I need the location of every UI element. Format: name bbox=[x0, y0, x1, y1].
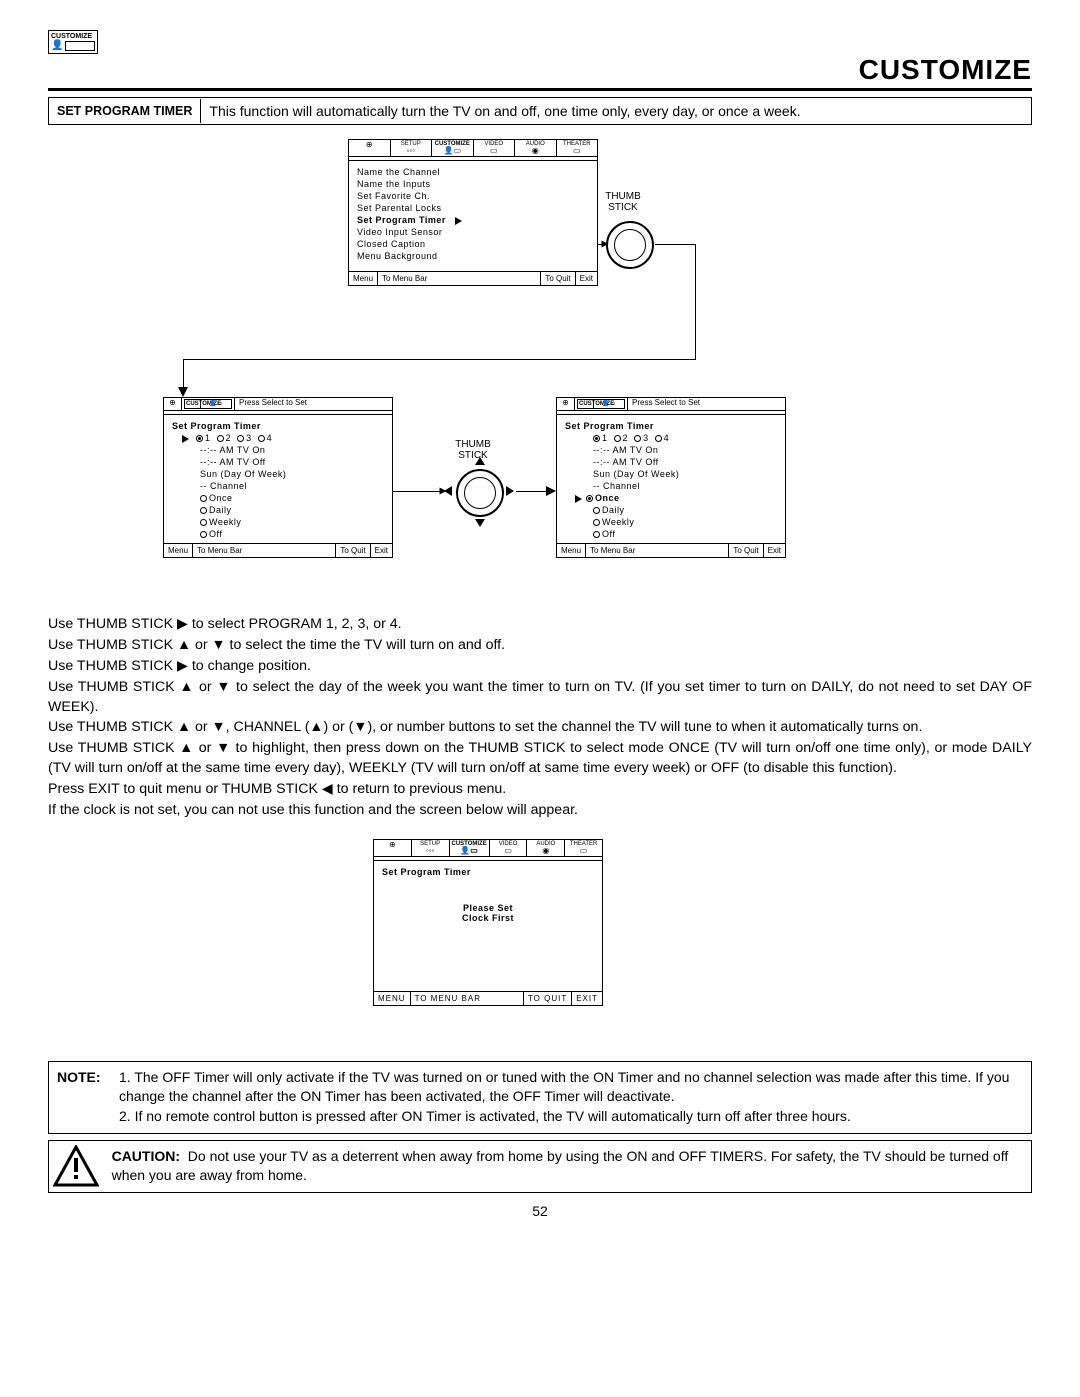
pointer-right-icon bbox=[455, 217, 462, 225]
osd-timer-before: ⊕ CUSTOMIZE👤▭ Press Select to Set Set Pr… bbox=[163, 397, 393, 558]
diagram: ⊕ SETUP◦◦◦ CUSTOMIZE👤▭ VIDEO▭ AUDIO◉ THE… bbox=[48, 139, 1032, 609]
section-heading-row: SET PROGRAM TIMER This function will aut… bbox=[48, 97, 1032, 125]
instructions: Use THUMB STICK ▶ to select PROGRAM 1, 2… bbox=[48, 615, 1032, 821]
thumbstick-icon-2 bbox=[456, 469, 504, 517]
section-heading: SET PROGRAM TIMER bbox=[49, 99, 201, 123]
thumbstick-label: THUMB STICK bbox=[598, 191, 648, 213]
osd-timer-after: ⊕ CUSTOMIZE👤▭ Press Select to Set Set Pr… bbox=[556, 397, 786, 558]
customize-chip-icon: CUSTOMIZE 👤 bbox=[48, 30, 98, 54]
page-number: 52 bbox=[48, 1203, 1032, 1219]
page-title: CUSTOMIZE bbox=[48, 54, 1032, 91]
warning-triangle-icon bbox=[49, 1141, 104, 1192]
note-box: NOTE: 1. The OFF Timer will only activat… bbox=[48, 1061, 1032, 1134]
osd-clock-warning-wrap: ⊕ SETUP◦◦◦ CUSTOMIZE👤▭ VIDEO▭ AUDIO◉ THE… bbox=[48, 839, 1032, 1039]
osd-customize-menu: ⊕ SETUP◦◦◦ CUSTOMIZE👤▭ VIDEO▭ AUDIO◉ THE… bbox=[348, 139, 598, 286]
caution-box: CAUTION: Do not use your TV as a deterre… bbox=[48, 1140, 1032, 1193]
person-icon: 👤 bbox=[51, 41, 63, 51]
thumbstick-icon bbox=[606, 221, 654, 269]
section-description: This function will automatically turn th… bbox=[201, 98, 808, 124]
osd-menubar: ⊕ SETUP◦◦◦ CUSTOMIZE👤▭ VIDEO▭ AUDIO◉ THE… bbox=[349, 140, 597, 157]
thumbstick-label-2: THUMB STICK bbox=[448, 439, 498, 461]
osd-clock-warning: ⊕ SETUP◦◦◦ CUSTOMIZE👤▭ VIDEO▭ AUDIO◉ THE… bbox=[373, 839, 603, 1006]
